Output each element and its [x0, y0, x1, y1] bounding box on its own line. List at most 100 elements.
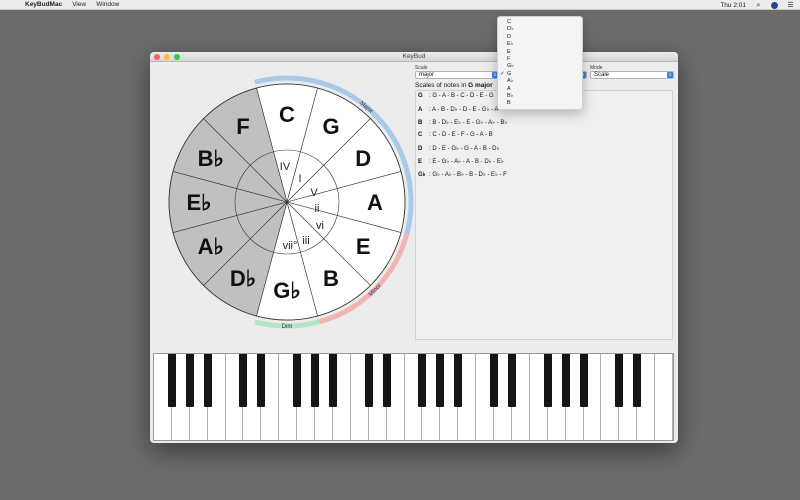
key-label: E♭ [186, 190, 211, 215]
mode-popup[interactable]: Scale ⇕ [590, 71, 674, 79]
scales-title-key: G major [468, 82, 493, 89]
scale-row[interactable]: A : A - B - D♭ - D - E - G♭ - A [418, 106, 498, 113]
key-label: D♭ [230, 266, 256, 291]
scale-popup[interactable]: major ⇕ [415, 71, 499, 79]
black-key[interactable] [185, 354, 194, 407]
scale-row-notes: : C - D - E - F - G - A - B [429, 132, 493, 138]
black-key[interactable] [633, 354, 642, 407]
notification-center-icon[interactable]: ☰ [787, 2, 794, 9]
white-key[interactable] [655, 354, 673, 440]
key-menu-item-label: D [507, 33, 511, 40]
scale-row[interactable]: E : E - G♭ - A♭ - A - B - D♭ - E♭ [418, 158, 504, 165]
key-menu-item-label: E [507, 48, 511, 55]
black-key[interactable] [436, 354, 445, 407]
key-menu-item-label: B♭ [507, 92, 514, 99]
scales-title: Scales of notes in G major [415, 82, 493, 89]
key-menu-item-label: A [507, 85, 511, 92]
scale-row-key: D [418, 146, 423, 152]
scale-row[interactable]: C : C - D - E - F - G - A - B [418, 132, 493, 138]
key-menu-item[interactable]: G♭ [498, 63, 582, 70]
black-key[interactable] [364, 354, 373, 407]
black-key[interactable] [490, 354, 499, 407]
title-bar[interactable]: KeyBud [150, 52, 678, 62]
scale-row[interactable]: G: G - A - B - C - D - E - G [418, 93, 494, 99]
menu-view[interactable]: View [72, 1, 86, 8]
app-window: KeyBud C G D A E B G♭ D♭ A♭ E♭ B♭ F Major Minor Dim IV I… [150, 52, 678, 443]
key-menu-item[interactable]: B [498, 100, 582, 107]
black-key[interactable] [507, 354, 516, 407]
mode-popup-chevron-icon: ⇕ [667, 72, 673, 78]
scale-row-key: A [418, 107, 423, 113]
scale-row[interactable]: G♭: G♭ - A♭ - B♭ - B - D♭ - E♭ - F [418, 171, 507, 178]
key-menu-item-label: E♭ [507, 41, 514, 48]
black-key[interactable] [328, 354, 337, 407]
scale-popup-value: major [419, 72, 435, 78]
key-label: G [322, 114, 339, 139]
close-window-button[interactable] [154, 54, 160, 60]
key-label: C [279, 102, 295, 127]
zoom-window-button[interactable] [174, 54, 180, 60]
dim-arc-label: Dim [282, 324, 293, 329]
roman-numeral: vii° [283, 240, 298, 252]
key-menu-item[interactable]: A♭ [498, 78, 582, 85]
scale-row-key: E [418, 159, 423, 165]
key-menu-item[interactable]: B♭ [498, 93, 582, 100]
mode-popup-value: Scale [594, 72, 610, 78]
black-key[interactable] [311, 354, 320, 407]
key-label: B [323, 266, 339, 291]
black-key[interactable] [293, 354, 302, 407]
checkmark-icon: ✓ [500, 70, 505, 77]
key-label: F [236, 114, 249, 139]
circle-of-fifths[interactable]: C G D A E B G♭ D♭ A♭ E♭ B♭ F Major Minor Dim IV I Vii vi ii… [160, 75, 414, 329]
black-key[interactable] [257, 354, 266, 407]
piano-keyboard[interactable] [153, 353, 674, 441]
user-avatar[interactable] [771, 1, 778, 9]
key-menu-item-label: G [507, 70, 512, 77]
scale-row-key: B [418, 120, 423, 126]
key-menu-item-label: A♭ [507, 78, 514, 85]
roman-numeral: V [310, 187, 318, 199]
scale-row[interactable]: D : D - E - G♭ - G - A - B - D♭ [418, 145, 499, 152]
black-key[interactable] [454, 354, 463, 407]
key-label: D [355, 146, 371, 171]
scale-row-notes: : G♭ - A♭ - B♭ - B - D♭ - E♭ - F [429, 172, 507, 178]
black-key[interactable] [239, 354, 248, 407]
black-key[interactable] [615, 354, 624, 407]
menu-window[interactable]: Window [96, 1, 119, 8]
scale-row-notes: : D - E - G♭ - G - A - B - D♭ [429, 146, 500, 152]
black-key[interactable] [543, 354, 552, 407]
menu-app-name[interactable]: KeyBudMac [25, 1, 62, 8]
key-menu-item[interactable]: E♭ [498, 41, 582, 48]
black-key[interactable] [382, 354, 391, 407]
roman-numeral: IV [280, 161, 291, 173]
circle-of-fifths-svg[interactable]: C GDAEBG♭D♭A♭E♭B♭FMajorMinorDimIVIViiviii… [160, 75, 414, 329]
black-key[interactable] [561, 354, 570, 407]
scale-row-notes: : A - B - D♭ - D - E - G♭ - A [429, 107, 499, 113]
scales-panel: G: G - A - B - C - D - E - G A : A - B - … [415, 90, 673, 340]
key-menu-item-label: B [507, 100, 511, 107]
roman-numeral: vi [316, 220, 324, 232]
spotlight-icon[interactable]: ⌕ [755, 2, 762, 9]
menu-bar: KeyBudMac View Window Thu 2:01 ⌕ ☰ [0, 0, 800, 10]
menu-clock[interactable]: Thu 2:01 [720, 2, 746, 9]
key-label: A♭ [198, 234, 224, 259]
scales-title-prefix: Scales of notes in [415, 82, 469, 89]
key-menu-item[interactable]: A [498, 86, 582, 93]
key-menu-item-label: D♭ [507, 26, 514, 33]
key-label: A [367, 190, 383, 215]
key-label: E [356, 234, 371, 259]
menu-status-area: Thu 2:01 ⌕ ☰ [720, 0, 794, 10]
key-menu-item[interactable]: E [498, 49, 582, 56]
key-dropdown-menu: C D♭ D E♭ E F G♭ ✓ G A♭ A B♭ B [497, 16, 583, 110]
scale-row[interactable]: B: B - D♭ - E♭ - E - G♭ - A♭ - B♭ [418, 119, 507, 126]
black-key[interactable] [579, 354, 588, 407]
key-menu-item[interactable]: D♭ [498, 26, 582, 33]
key-menu-item-label: F [507, 55, 511, 62]
black-key[interactable] [418, 354, 427, 407]
black-key[interactable] [167, 354, 176, 407]
scale-row-key: G♭ [418, 172, 426, 178]
minimize-window-button[interactable] [164, 54, 170, 60]
black-key[interactable] [203, 354, 212, 407]
scale-row-notes: : E - G♭ - A♭ - A - B - D♭ - E♭ [429, 159, 504, 165]
scale-row-key: C [418, 132, 423, 138]
